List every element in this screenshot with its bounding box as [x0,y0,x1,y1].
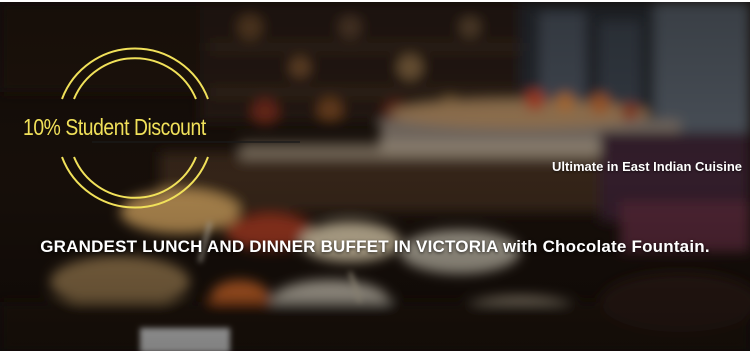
hero-banner: 10% Student Discount Ultimate in East In… [0,0,750,351]
buffet-headline: GRANDEST LUNCH AND DINNER BUFFET IN VICT… [40,237,710,256]
cuisine-tagline: Ultimate in East Indian Cuisine [552,159,742,174]
student-discount-label: 10% Student Discount [23,114,206,140]
